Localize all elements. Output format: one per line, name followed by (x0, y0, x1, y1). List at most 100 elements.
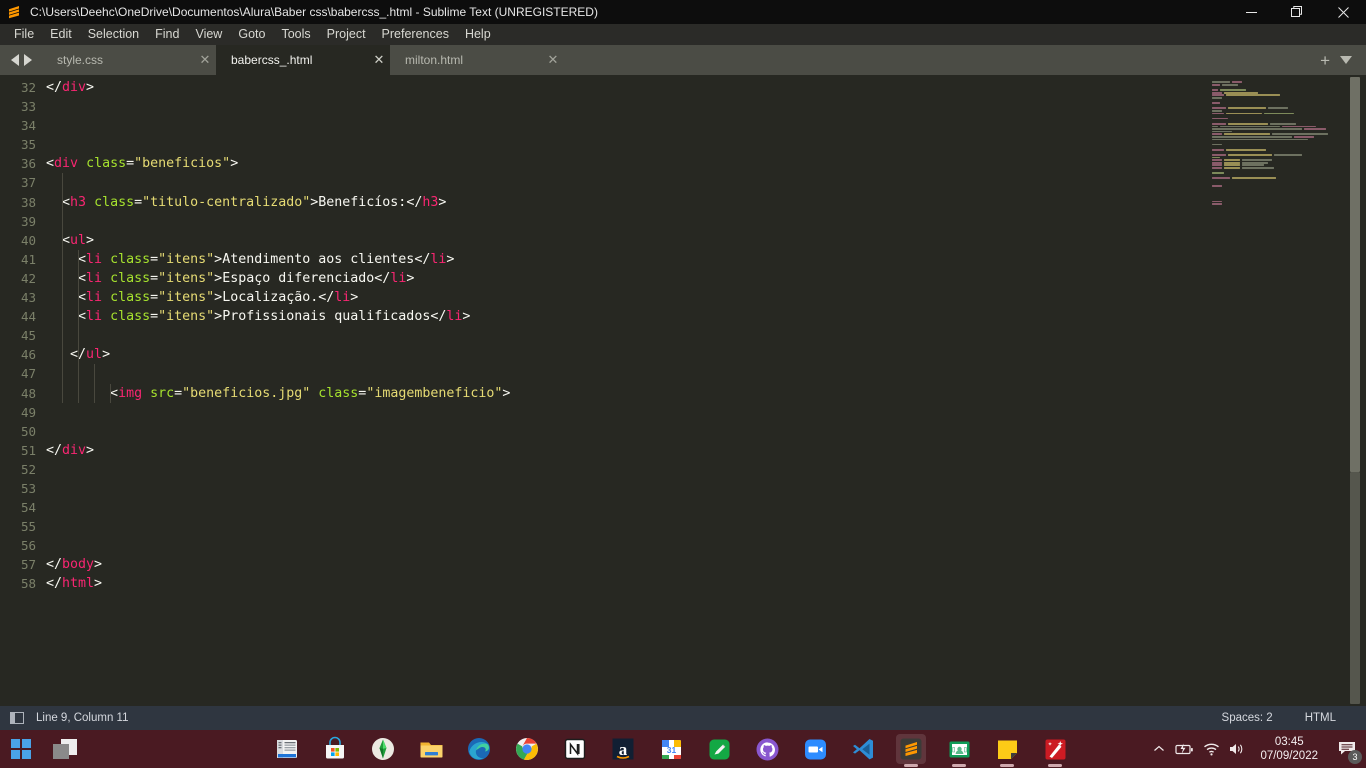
code-line[interactable]: </body> (46, 555, 1206, 574)
menu-item-preferences[interactable]: Preferences (374, 24, 457, 45)
close-icon[interactable]: ✕ (194, 45, 216, 75)
menu-item-goto[interactable]: Goto (230, 24, 273, 45)
editor-area[interactable]: 32 33 34 35 36 37 38 39 40 41 42 43 44 45 46 47 48 49 50 51… (0, 75, 1366, 706)
github-icon[interactable] (752, 734, 782, 764)
restore-button[interactable] (1274, 0, 1320, 24)
chevron-down-icon[interactable] (1340, 56, 1352, 64)
volume-icon[interactable] (1224, 730, 1250, 768)
code-line[interactable] (46, 422, 1206, 441)
code-token-attr: class (86, 156, 127, 172)
code-content[interactable]: </div> <div class="beneficios"> <h3 class… (46, 75, 1206, 706)
code-line[interactable]: <h3 class="titulo-centralizado">Beneficí… (46, 192, 1206, 212)
battery-charging-icon[interactable] (1172, 730, 1198, 768)
code-line[interactable]: <div class="beneficios"> (46, 154, 1206, 173)
scrollbar-track-lower[interactable] (1350, 472, 1360, 704)
code-line[interactable]: <li class="itens">Profissionais qualific… (46, 307, 1206, 327)
the-sims-icon[interactable] (368, 734, 398, 764)
code-line[interactable] (46, 116, 1206, 135)
new-tab-icon[interactable]: + (1320, 52, 1330, 69)
code-line[interactable] (46, 97, 1206, 116)
line-number: 56 (20, 538, 36, 554)
close-button[interactable] (1320, 0, 1366, 24)
code-token-punct: > (406, 270, 415, 286)
code-line[interactable]: <li class="itens">Atendimento aos client… (46, 249, 1206, 269)
sticky-notes-icon[interactable] (992, 734, 1022, 764)
menu-item-project[interactable]: Project (319, 24, 374, 45)
windows-logo-icon (10, 738, 32, 760)
vertical-scrollbar[interactable] (1344, 75, 1366, 706)
code-line[interactable]: <li class="itens">Espaço diferenciado</l… (46, 268, 1206, 289)
code-line[interactable] (46, 326, 1206, 346)
notifications-icon[interactable]: 3 (1328, 730, 1366, 768)
code-token-tag: li (430, 251, 447, 267)
code-line[interactable]: </ul> (46, 345, 1206, 365)
news-widget-icon[interactable] (272, 734, 302, 764)
indent-guide (78, 288, 79, 308)
menu-item-selection[interactable]: Selection (80, 24, 147, 45)
chevron-up-icon[interactable] (1146, 730, 1172, 768)
minimize-button[interactable] (1228, 0, 1274, 24)
code-line[interactable]: </div> (46, 78, 1206, 97)
sidebar-toggle-icon[interactable] (10, 712, 24, 724)
tab-babercss-html[interactable]: babercss_.html ✕ (216, 45, 390, 75)
minimap-segment (1220, 89, 1246, 91)
menu-item-tools[interactable]: Tools (273, 24, 318, 45)
amazon-icon[interactable]: a (608, 734, 638, 764)
minimap-segment (1212, 135, 1292, 138)
start-button[interactable] (6, 734, 36, 764)
zoom-icon[interactable] (800, 734, 830, 764)
code-line[interactable] (46, 211, 1206, 231)
menu-item-edit[interactable]: Edit (42, 24, 80, 45)
vscode-icon[interactable] (848, 734, 878, 764)
code-line[interactable] (46, 364, 1206, 384)
window-controls (1228, 0, 1366, 24)
google-calendar-icon[interactable]: 31 (656, 734, 686, 764)
code-line[interactable] (46, 460, 1206, 479)
indentation-label[interactable]: Spaces: 2 (1206, 712, 1289, 724)
close-icon[interactable]: ✕ (542, 45, 564, 75)
menu-item-find[interactable]: Find (147, 24, 187, 45)
code-line[interactable] (46, 536, 1206, 555)
taskbar-app-buttons: a 31 (272, 730, 1070, 768)
microsoft-store-icon[interactable] (320, 734, 350, 764)
code-line[interactable] (46, 498, 1206, 517)
microsoft-edge-icon[interactable] (464, 734, 494, 764)
sublime-text-icon[interactable] (896, 734, 926, 764)
code-line[interactable]: <li class="itens">Localização.</li> (46, 288, 1206, 308)
menu-item-file[interactable]: File (6, 24, 42, 45)
code-line[interactable] (46, 173, 1206, 193)
close-icon[interactable]: ✕ (368, 45, 390, 75)
notion-icon[interactable] (560, 734, 590, 764)
magic-wand-app-icon[interactable] (1040, 734, 1070, 764)
code-line[interactable] (46, 135, 1206, 154)
syntax-label[interactable]: HTML (1289, 712, 1366, 724)
code-line[interactable]: </html> (46, 574, 1206, 593)
code-line[interactable] (46, 479, 1206, 498)
code-token-punct: </ (46, 576, 63, 592)
code-line[interactable] (46, 517, 1206, 536)
google-classroom-icon[interactable] (944, 734, 974, 764)
file-explorer-icon[interactable] (416, 734, 446, 764)
minimap[interactable] (1206, 75, 1344, 706)
code-line[interactable] (46, 403, 1206, 422)
minimap-segment (1224, 159, 1240, 161)
menu-item-help[interactable]: Help (457, 24, 499, 45)
menu-item-view[interactable]: View (187, 24, 230, 45)
google-chrome-icon[interactable] (512, 734, 542, 764)
wifi-icon[interactable] (1198, 730, 1224, 768)
clock[interactable]: 03:45 07/09/2022 (1250, 730, 1328, 768)
next-tab-arrow-icon[interactable] (23, 54, 32, 66)
code-token-punct: </ (318, 290, 335, 306)
code-token-text: Atendimento aos clientes (222, 251, 415, 267)
minimap-segment (1212, 177, 1230, 180)
prev-tab-arrow-icon[interactable] (10, 54, 19, 66)
tab-milton-html[interactable]: milton.html ✕ (390, 45, 564, 75)
code-line[interactable]: <img src="beneficios.jpg" class="imagemb… (46, 383, 1206, 403)
code-line[interactable]: </div> (46, 441, 1206, 460)
tab-style-css[interactable]: style.css ✕ (42, 45, 216, 75)
code-line[interactable]: <ul> (46, 230, 1206, 250)
minimap-segment (1212, 125, 1218, 128)
scrollbar-thumb[interactable] (1350, 77, 1360, 472)
task-view-button[interactable] (50, 734, 80, 764)
green-note-icon[interactable] (704, 734, 734, 764)
